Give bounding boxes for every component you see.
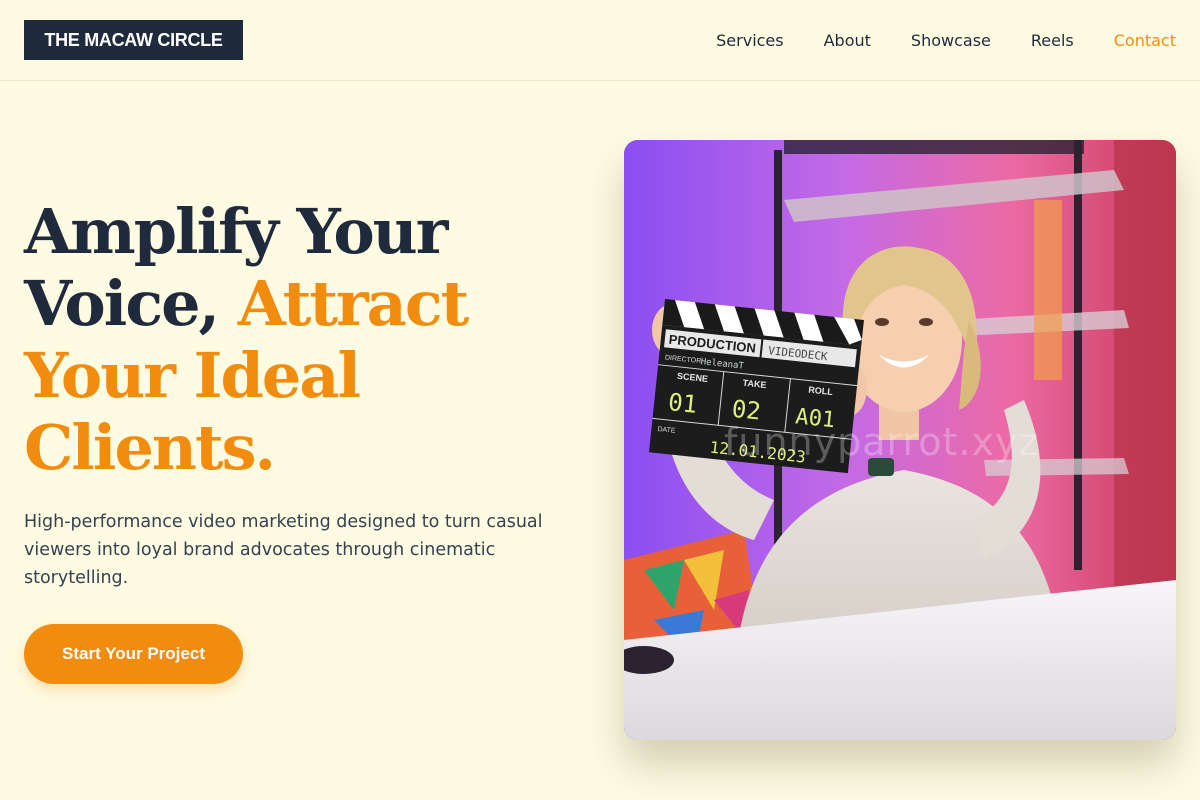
main-nav: Services About Showcase Reels Contact xyxy=(716,29,1176,51)
nav-link-reels[interactable]: Reels xyxy=(1031,31,1074,50)
image-watermark: funnyparrot.xyz xyxy=(724,420,1040,464)
nav-link-services[interactable]: Services xyxy=(716,31,783,50)
site-header: THE MACAW CIRCLE Services About Showcase… xyxy=(0,0,1200,81)
hero-subtext: High-performance video marketing designe… xyxy=(24,512,543,588)
hero-image: PRODUCTION VIDEODECK DIRECTOR HeleanaT S… xyxy=(624,140,1176,740)
headline-line-3-accent: Your Ideal xyxy=(24,339,361,412)
hero-headline: Amplify Your Voice, Attract Your Ideal C… xyxy=(24,196,584,484)
nav-link-about[interactable]: About xyxy=(824,31,871,50)
logo[interactable]: THE MACAW CIRCLE xyxy=(24,20,243,60)
headline-line-2-accent: Attract xyxy=(237,267,470,340)
clapper-scene: 01 xyxy=(667,388,699,419)
start-project-button[interactable]: Start Your Project xyxy=(24,624,243,684)
headline-line-4-accent: Clients. xyxy=(24,411,276,484)
nav-link-contact[interactable]: Contact xyxy=(1114,31,1176,50)
headline-line-2-dark: Voice, xyxy=(24,267,220,340)
headline-line-1: Amplify Your xyxy=(24,195,448,268)
nav-link-showcase[interactable]: Showcase xyxy=(911,31,991,50)
